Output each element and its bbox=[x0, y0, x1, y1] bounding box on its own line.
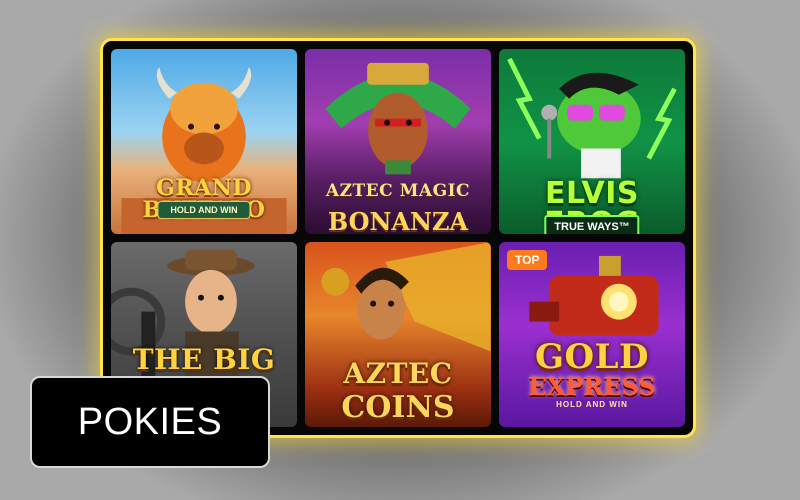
game-tile-aztec-coins[interactable]: AZTEC COINS bbox=[305, 242, 491, 427]
category-label: POKIES bbox=[30, 376, 270, 468]
game-subtitle: HOLD AND WIN bbox=[556, 400, 628, 409]
game-tile-gold-express[interactable]: TOP GOLD EXPRESS HOLD AND WIN bbox=[499, 242, 685, 427]
game-tile-grand-buffalo[interactable]: GRAND BUFFALO HOLD AND WIN bbox=[111, 49, 297, 234]
game-subtitle: HOLD AND WIN bbox=[157, 201, 251, 219]
game-title: GOLD bbox=[534, 337, 650, 377]
games-grid: GRAND BUFFALO HOLD AND WIN AZTEC MAGIC B… bbox=[111, 49, 685, 427]
game-title-line2: COINS bbox=[341, 390, 455, 425]
game-title: AZTEC bbox=[343, 357, 453, 390]
game-title: AZTEC MAGIC bbox=[325, 181, 471, 201]
game-title: THE BIG bbox=[132, 343, 276, 376]
game-subtitle: TRUE WAYS™ bbox=[544, 215, 640, 234]
top-badge: TOP bbox=[507, 250, 548, 270]
game-title-line2: BONANZA bbox=[327, 207, 469, 234]
game-tile-aztec-magic-bonanza[interactable]: AZTEC MAGIC BONANZA bbox=[305, 49, 491, 234]
game-tile-elvis-frog[interactable]: ELVIS FROG TRUE WAYS™ bbox=[499, 49, 685, 234]
game-title-line2: EXPRESS bbox=[528, 372, 656, 401]
